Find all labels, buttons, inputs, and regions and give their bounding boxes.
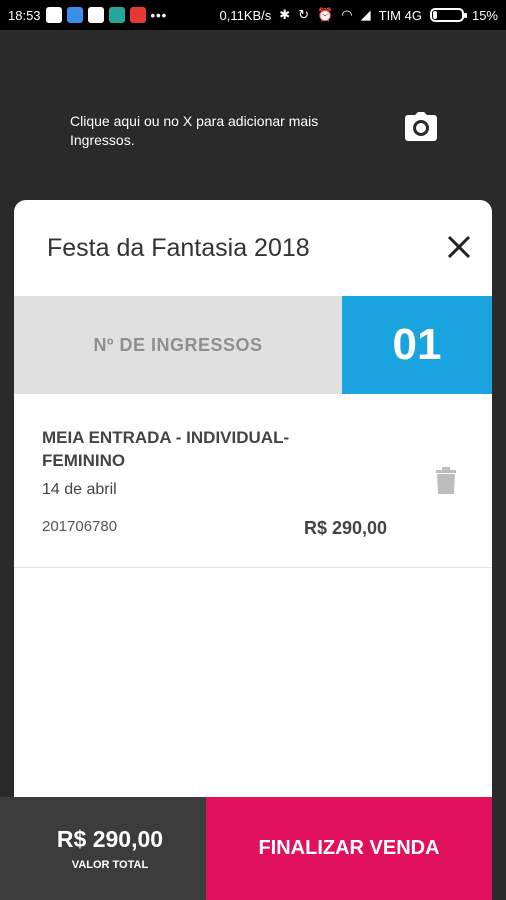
notification-app-icon <box>45 7 62 23</box>
close-icon[interactable] <box>444 232 474 262</box>
notification-app-icon <box>108 7 125 23</box>
ticket-card: Festa da Fantasia 2018 Nº DE INGRESSOS 0… <box>14 200 492 900</box>
ticket-name: MEIA ENTRADA - INDIVIDUAL- FEMININO <box>42 428 290 470</box>
total-label: VALOR TOTAL <box>71 859 149 871</box>
notification-app-icon <box>66 7 83 23</box>
footer-edge <box>492 797 506 900</box>
ticket-price: R$ 290,00 <box>304 518 388 538</box>
tickets-bar: Nº DE INGRESSOS 01 <box>14 296 492 394</box>
add-tickets-hint[interactable]: Clique aqui ou no X para adicionar mais … <box>70 112 370 150</box>
bluetooth-icon: ✱ <box>279 7 291 22</box>
ticket-date: 14 de abril <box>42 481 117 498</box>
alarm-icon: ⏰ <box>317 7 334 22</box>
finalize-sale-button[interactable]: FINALIZAR VENDA <box>206 797 492 900</box>
status-bar: 18:53 ••• 0,11KB/s ✱ ↻ ⏰ ◠ ◢ TIM 4G 15% <box>0 0 506 30</box>
carrier-label: TIM 4G <box>378 7 422 23</box>
battery-icon <box>429 8 467 22</box>
checkout-footer: R$ 290,00 VALOR TOTAL FINALIZAR VENDA <box>0 797 506 900</box>
battery-percent: 15% <box>471 7 498 23</box>
trash-icon[interactable] <box>434 467 458 495</box>
signal-icon: ◢ <box>360 7 371 22</box>
chrome-icon <box>87 7 104 23</box>
tickets-count: 01 <box>342 296 492 394</box>
event-title: Festa da Fantasia 2018 <box>47 234 310 262</box>
camera-icon[interactable] <box>404 112 438 142</box>
youtube-icon <box>129 7 146 23</box>
wifi-icon: ◠ <box>341 7 353 22</box>
status-time: 18:53 <box>8 7 41 23</box>
network-speed: 0,11KB/s <box>219 7 272 23</box>
tickets-label: Nº DE INGRESSOS <box>14 296 342 394</box>
total-value: R$ 290,00 <box>56 826 164 852</box>
sync-icon: ↻ <box>298 7 310 22</box>
ticket-code: 201706780 <box>42 518 118 535</box>
more-notifications-icon: ••• <box>150 7 168 23</box>
ticket-item: MEIA ENTRADA - INDIVIDUAL- FEMININO 14 d… <box>14 394 492 568</box>
total-section: R$ 290,00 VALOR TOTAL <box>0 797 206 900</box>
